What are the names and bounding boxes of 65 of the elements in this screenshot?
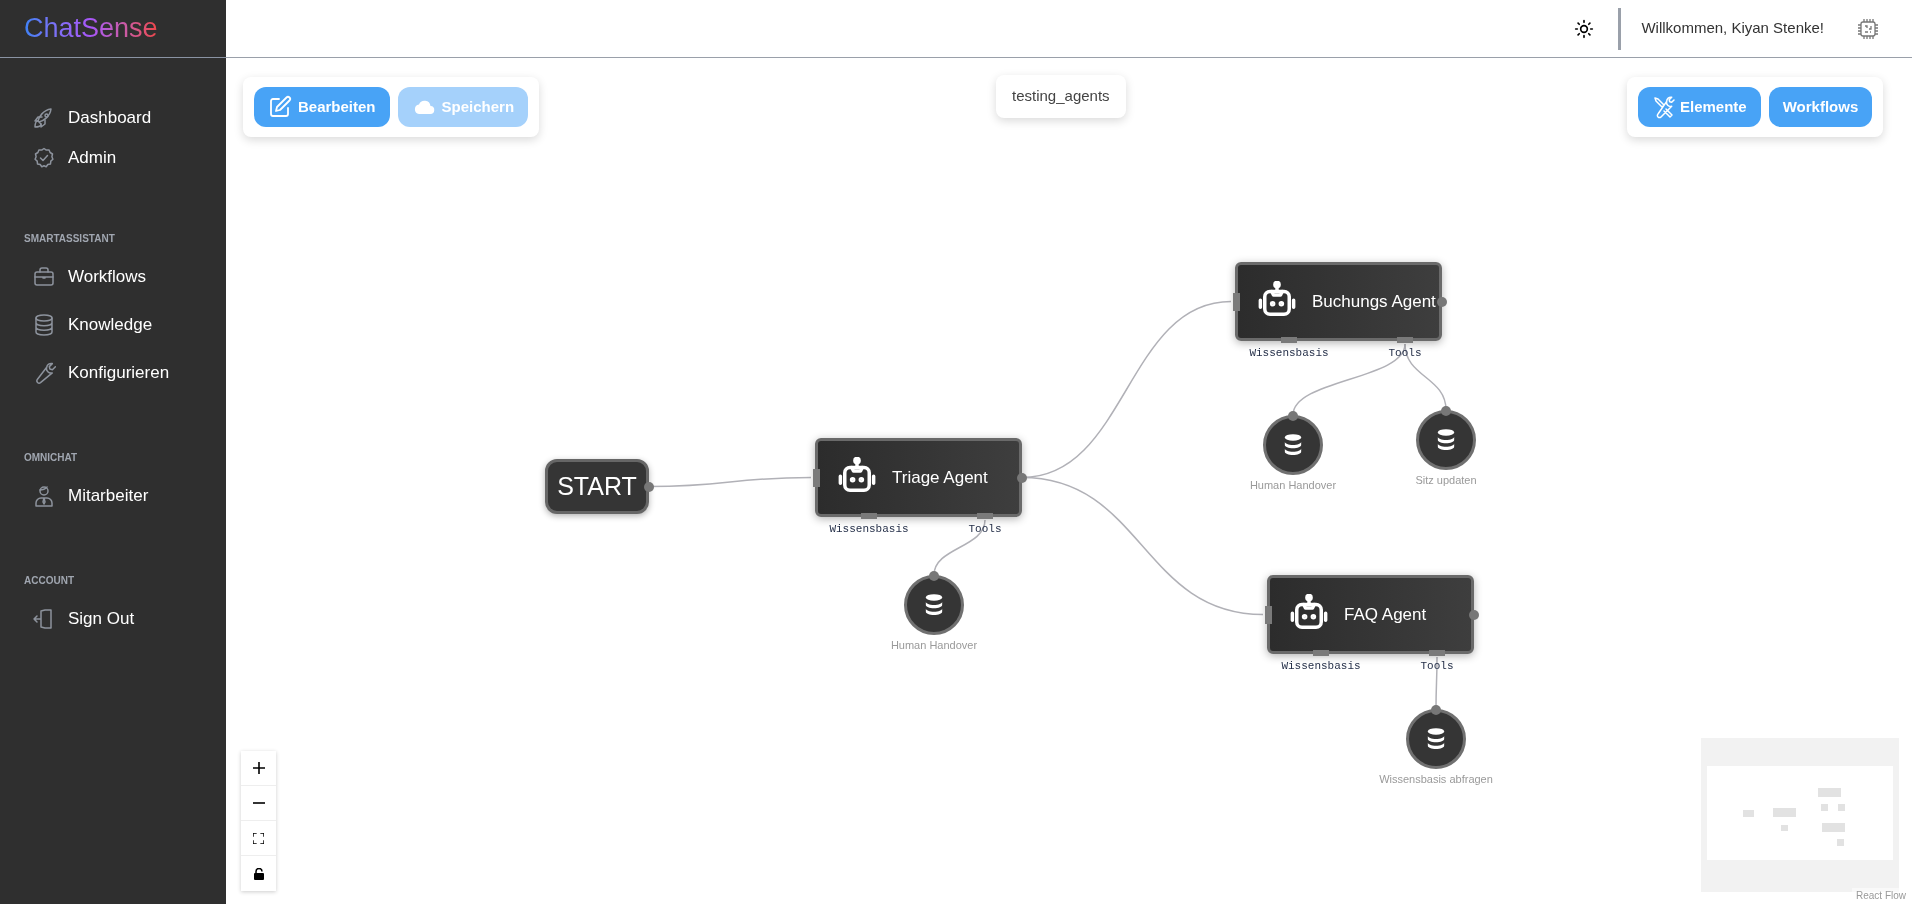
connection-handle[interactable] [1431, 705, 1441, 715]
chip-icon[interactable] [1856, 16, 1880, 41]
zoom-in-button[interactable] [241, 751, 276, 786]
connection-handle[interactable] [644, 481, 654, 492]
connection-handle[interactable] [1437, 296, 1447, 307]
connection-handle[interactable] [812, 468, 820, 487]
plus-icon [252, 762, 265, 774]
connection-handle[interactable] [1441, 406, 1451, 416]
agent-node[interactable]: FAQ Agent [1267, 575, 1474, 654]
connection-handle[interactable] [1281, 337, 1297, 343]
connection-handle[interactable] [1313, 650, 1329, 656]
workflow-name-label: testing_agents [996, 75, 1126, 118]
minus-icon [252, 802, 265, 804]
connection-handle[interactable] [977, 513, 993, 519]
agent-name: Triage Agent [892, 466, 988, 489]
section-heading: ACCOUNT [23, 573, 75, 588]
connection-handle[interactable] [1397, 337, 1413, 343]
sidebar-item[interactable]: Workflows [0, 253, 226, 301]
agent-name: FAQ Agent [1344, 603, 1427, 626]
section-heading: SMARTASSISTANT [23, 231, 116, 246]
connection-handle[interactable] [1469, 609, 1479, 620]
briefcase-icon [32, 265, 56, 289]
lock-button[interactable] [241, 856, 276, 891]
sun-icon[interactable] [1574, 18, 1595, 39]
fit-view-button[interactable] [241, 821, 276, 856]
sidebar-item[interactable]: Dashboard [0, 98, 226, 138]
connection-handle[interactable] [1017, 472, 1027, 483]
check-badge-icon [32, 146, 56, 170]
fit-view-icon [253, 832, 264, 844]
handle-label: Wissensbasis [1248, 346, 1330, 361]
sidebar-item[interactable]: Konfigurieren [0, 349, 226, 397]
agent-node[interactable]: Buchungs Agent [1235, 262, 1442, 341]
tool-label: Sitz updaten [1414, 473, 1478, 488]
sidebar-item[interactable]: Sign Out [0, 595, 226, 643]
tool-label: Human Handover [889, 638, 979, 653]
tool-label: Wissensbasis abfragen [1378, 772, 1494, 787]
handle-label: Tools [967, 522, 1003, 537]
handle-label: Tools [1387, 346, 1423, 361]
tool-node[interactable] [1263, 415, 1323, 475]
sidebar-item[interactable]: Knowledge [0, 301, 226, 349]
handle-label: Wissensbasis [828, 522, 910, 537]
connection-handle[interactable] [1288, 411, 1298, 421]
handle-label: Tools [1419, 659, 1455, 674]
person-icon [32, 484, 56, 508]
database-icon [32, 313, 56, 337]
handle-label: Wissensbasis [1280, 659, 1362, 674]
tool-node[interactable] [1406, 709, 1466, 769]
connection-handle[interactable] [929, 571, 939, 581]
start-node[interactable]: START [545, 459, 649, 514]
connection-handle[interactable] [1232, 292, 1240, 311]
connection-handle[interactable] [861, 513, 877, 519]
sidebar-item[interactable]: Mitarbeiter [0, 472, 226, 520]
agent-name: Buchungs Agent [1312, 290, 1436, 313]
section-heading: OMNICHAT [23, 450, 79, 465]
welcome-text: Willkommen, Kiyan Stenke! [1641, 18, 1824, 39]
tool-node[interactable] [1416, 410, 1476, 470]
connection-handle[interactable] [1429, 650, 1445, 656]
lock-icon [253, 867, 264, 880]
tools-icon [1652, 95, 1676, 119]
connection-handle[interactable] [1264, 605, 1272, 624]
edit-icon [268, 95, 292, 119]
tool-label: Human Handover [1248, 478, 1338, 493]
agent-node[interactable]: Triage Agent [815, 438, 1022, 517]
sidebar-item[interactable]: Admin [0, 138, 226, 178]
tool-node[interactable] [904, 575, 964, 635]
